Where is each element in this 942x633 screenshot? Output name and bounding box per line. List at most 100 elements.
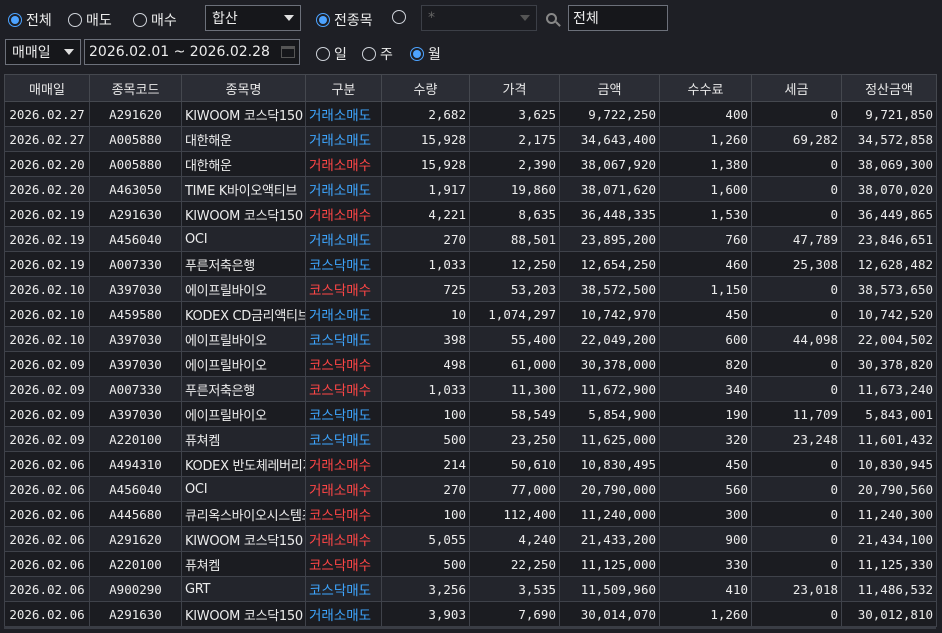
radio-single-stock[interactable] (392, 10, 410, 24)
cell-name: 대한해운 (181, 126, 306, 152)
col-header-amount[interactable]: 금액 (559, 74, 660, 102)
horizontal-scrollbar[interactable] (4, 626, 936, 629)
cell-code: A397030 (89, 351, 182, 377)
cell-tax: 0 (751, 351, 842, 377)
cell-qty: 398 (381, 326, 470, 352)
cell-code: A463050 (89, 176, 182, 202)
radio-period-day[interactable]: 일 (316, 44, 347, 64)
cell-type: 코스닥매수 (305, 501, 382, 527)
col-header-type[interactable]: 구분 (305, 74, 382, 102)
table-row[interactable]: 2026.02.20 A005880 대한해운 거래소매수 15,928 2,390 38,… (4, 151, 937, 177)
cell-fee: 1,260 (659, 601, 752, 627)
table-row[interactable]: 2026.02.19 A456040 OCI 거래소매도 270 88,501 23,895… (4, 226, 937, 252)
radio-trade-all[interactable]: 전체 (8, 10, 52, 30)
stock-code-combo[interactable]: * (421, 5, 537, 31)
cell-tax: 11,709 (751, 401, 842, 427)
col-header-qty[interactable]: 수량 (381, 74, 470, 102)
date-type-combo[interactable]: 매매일 (5, 39, 81, 65)
cell-name: KIWOOM 코스닥150 (181, 201, 306, 227)
cell-code: A397030 (89, 276, 182, 302)
cell-tax: 0 (751, 501, 842, 527)
cell-date: 2026.02.10 (4, 276, 90, 302)
cell-name: OCI (181, 226, 306, 252)
radio-label: 매도 (86, 13, 112, 29)
cell-price: 12,250 (469, 251, 560, 277)
table-row[interactable]: 2026.02.06 A900290 GRT 코스닥매도 3,256 3,535 11,50… (4, 576, 937, 602)
cell-fee: 900 (659, 526, 752, 552)
cell-amount: 30,014,070 (559, 601, 660, 627)
col-header-price[interactable]: 가격 (469, 74, 560, 102)
radio-trade-sell[interactable]: 매도 (68, 10, 112, 30)
radio-period-month[interactable]: 월 (410, 44, 441, 64)
cell-fee: 410 (659, 576, 752, 602)
cell-type: 거래소매도 (305, 126, 382, 152)
table-row[interactable]: 2026.02.10 A459580 KODEX CD금리액티브 거래소매도 10 1,0… (4, 301, 937, 327)
cell-date: 2026.02.09 (4, 376, 90, 402)
cell-settle: 21,434,100 (841, 526, 937, 552)
cell-amount: 38,067,920 (559, 151, 660, 177)
radio-trade-buy[interactable]: 매수 (133, 10, 177, 30)
cell-date: 2026.02.10 (4, 301, 90, 327)
table-row[interactable]: 2026.02.06 A220100 퓨쳐켐 코스닥매수 500 22,250 11,125… (4, 551, 937, 577)
cell-fee: 1,600 (659, 176, 752, 202)
cell-date: 2026.02.09 (4, 351, 90, 377)
radio-label: 전종목 (334, 13, 373, 29)
cell-code: A494310 (89, 451, 182, 477)
table-row[interactable]: 2026.02.19 A291630 KIWOOM 코스닥150 거래소매수 4,221… (4, 201, 937, 227)
search-icon[interactable] (539, 6, 563, 30)
cell-code: A005880 (89, 126, 182, 152)
cell-code: A397030 (89, 326, 182, 352)
cell-name: TIME K바이오액티브 (181, 176, 306, 202)
table-row[interactable]: 2026.02.27 A005880 대한해운 거래소매도 15,928 2,175 34,… (4, 126, 937, 152)
col-header-fee[interactable]: 수수료 (659, 74, 752, 102)
table-row[interactable]: 2026.02.09 A397030 에이프릴바이오 코스닥매수 498 61,000 30… (4, 351, 937, 377)
radio-all-stocks[interactable]: 전종목 (316, 10, 373, 30)
table-row[interactable]: 2026.02.09 A007330 푸른저축은행 코스닥매수 1,033 11,300 1… (4, 376, 937, 402)
table-row[interactable]: 2026.02.27 A291620 KIWOOM 코스닥150 거래소매도 2,682… (4, 101, 937, 127)
cell-date: 2026.02.06 (4, 551, 90, 577)
table-row[interactable]: 2026.02.06 A291630 KIWOOM 코스닥150 거래소매도 3,903… (4, 601, 937, 627)
cell-tax: 0 (751, 176, 842, 202)
table-row[interactable]: 2026.02.09 A220100 퓨쳐켐 코스닥매도 500 23,250 11,625… (4, 426, 937, 452)
date-range-value: 2026.02.01 ~ 2026.02.28 (89, 44, 270, 60)
cell-amount: 10,742,970 (559, 301, 660, 327)
cell-amount: 5,854,900 (559, 401, 660, 427)
col-header-tax[interactable]: 세금 (751, 74, 842, 102)
cell-type: 거래소매수 (305, 476, 382, 502)
cell-qty: 2,682 (381, 101, 470, 127)
table-row[interactable]: 2026.02.19 A007330 푸른저축은행 코스닥매도 1,033 12,250 1… (4, 251, 937, 277)
cell-date: 2026.02.19 (4, 201, 90, 227)
col-header-date[interactable]: 매매일 (4, 74, 90, 102)
cell-tax: 0 (751, 451, 842, 477)
calendar-icon[interactable] (281, 46, 295, 58)
table-row[interactable]: 2026.02.06 A494310 KODEX 반도체레버리지 거래소매수 214 50… (4, 451, 937, 477)
trade-history-table[interactable]: 매매일 종목코드 종목명 구분 수량 가격 금액 수수료 세금 정산금액 202… (4, 74, 937, 627)
table-row[interactable]: 2026.02.06 A445680 큐리옥스바이오시스템즈 코스닥매수 100 112,… (4, 501, 937, 527)
cell-date: 2026.02.20 (4, 176, 90, 202)
market-combo[interactable]: 합산 (205, 5, 301, 31)
col-header-settle[interactable]: 정산금액 (841, 74, 937, 102)
stock-name-field[interactable]: 전체 (568, 5, 668, 31)
stock-name-value: 전체 (573, 11, 599, 27)
table-row[interactable]: 2026.02.20 A463050 TIME K바이오액티브 거래소매도 1,917 1… (4, 176, 937, 202)
col-header-name[interactable]: 종목명 (181, 74, 306, 102)
cell-fee: 460 (659, 251, 752, 277)
cell-amount: 11,625,000 (559, 426, 660, 452)
cell-tax: 25,308 (751, 251, 842, 277)
radio-period-week[interactable]: 주 (362, 44, 393, 64)
col-header-code[interactable]: 종목코드 (89, 74, 182, 102)
date-range-field[interactable]: 2026.02.01 ~ 2026.02.28 (84, 39, 300, 65)
table-row[interactable]: 2026.02.10 A397030 에이프릴바이오 코스닥매도 398 55,400 22… (4, 326, 937, 352)
cell-qty: 10 (381, 301, 470, 327)
cell-settle: 12,628,482 (841, 251, 937, 277)
radio-label: 전체 (26, 13, 52, 29)
table-row[interactable]: 2026.02.06 A291620 KIWOOM 코스닥150 거래소매수 5,055… (4, 526, 937, 552)
cell-tax: 0 (751, 526, 842, 552)
cell-price: 23,250 (469, 426, 560, 452)
cell-code: A220100 (89, 426, 182, 452)
table-row[interactable]: 2026.02.06 A456040 OCI 거래소매수 270 77,000 20,790… (4, 476, 937, 502)
table-row[interactable]: 2026.02.09 A397030 에이프릴바이오 코스닥매도 100 58,549 5,… (4, 401, 937, 427)
cell-qty: 498 (381, 351, 470, 377)
table-row[interactable]: 2026.02.10 A397030 에이프릴바이오 코스닥매수 725 53,203 38… (4, 276, 937, 302)
cell-settle: 30,378,820 (841, 351, 937, 377)
